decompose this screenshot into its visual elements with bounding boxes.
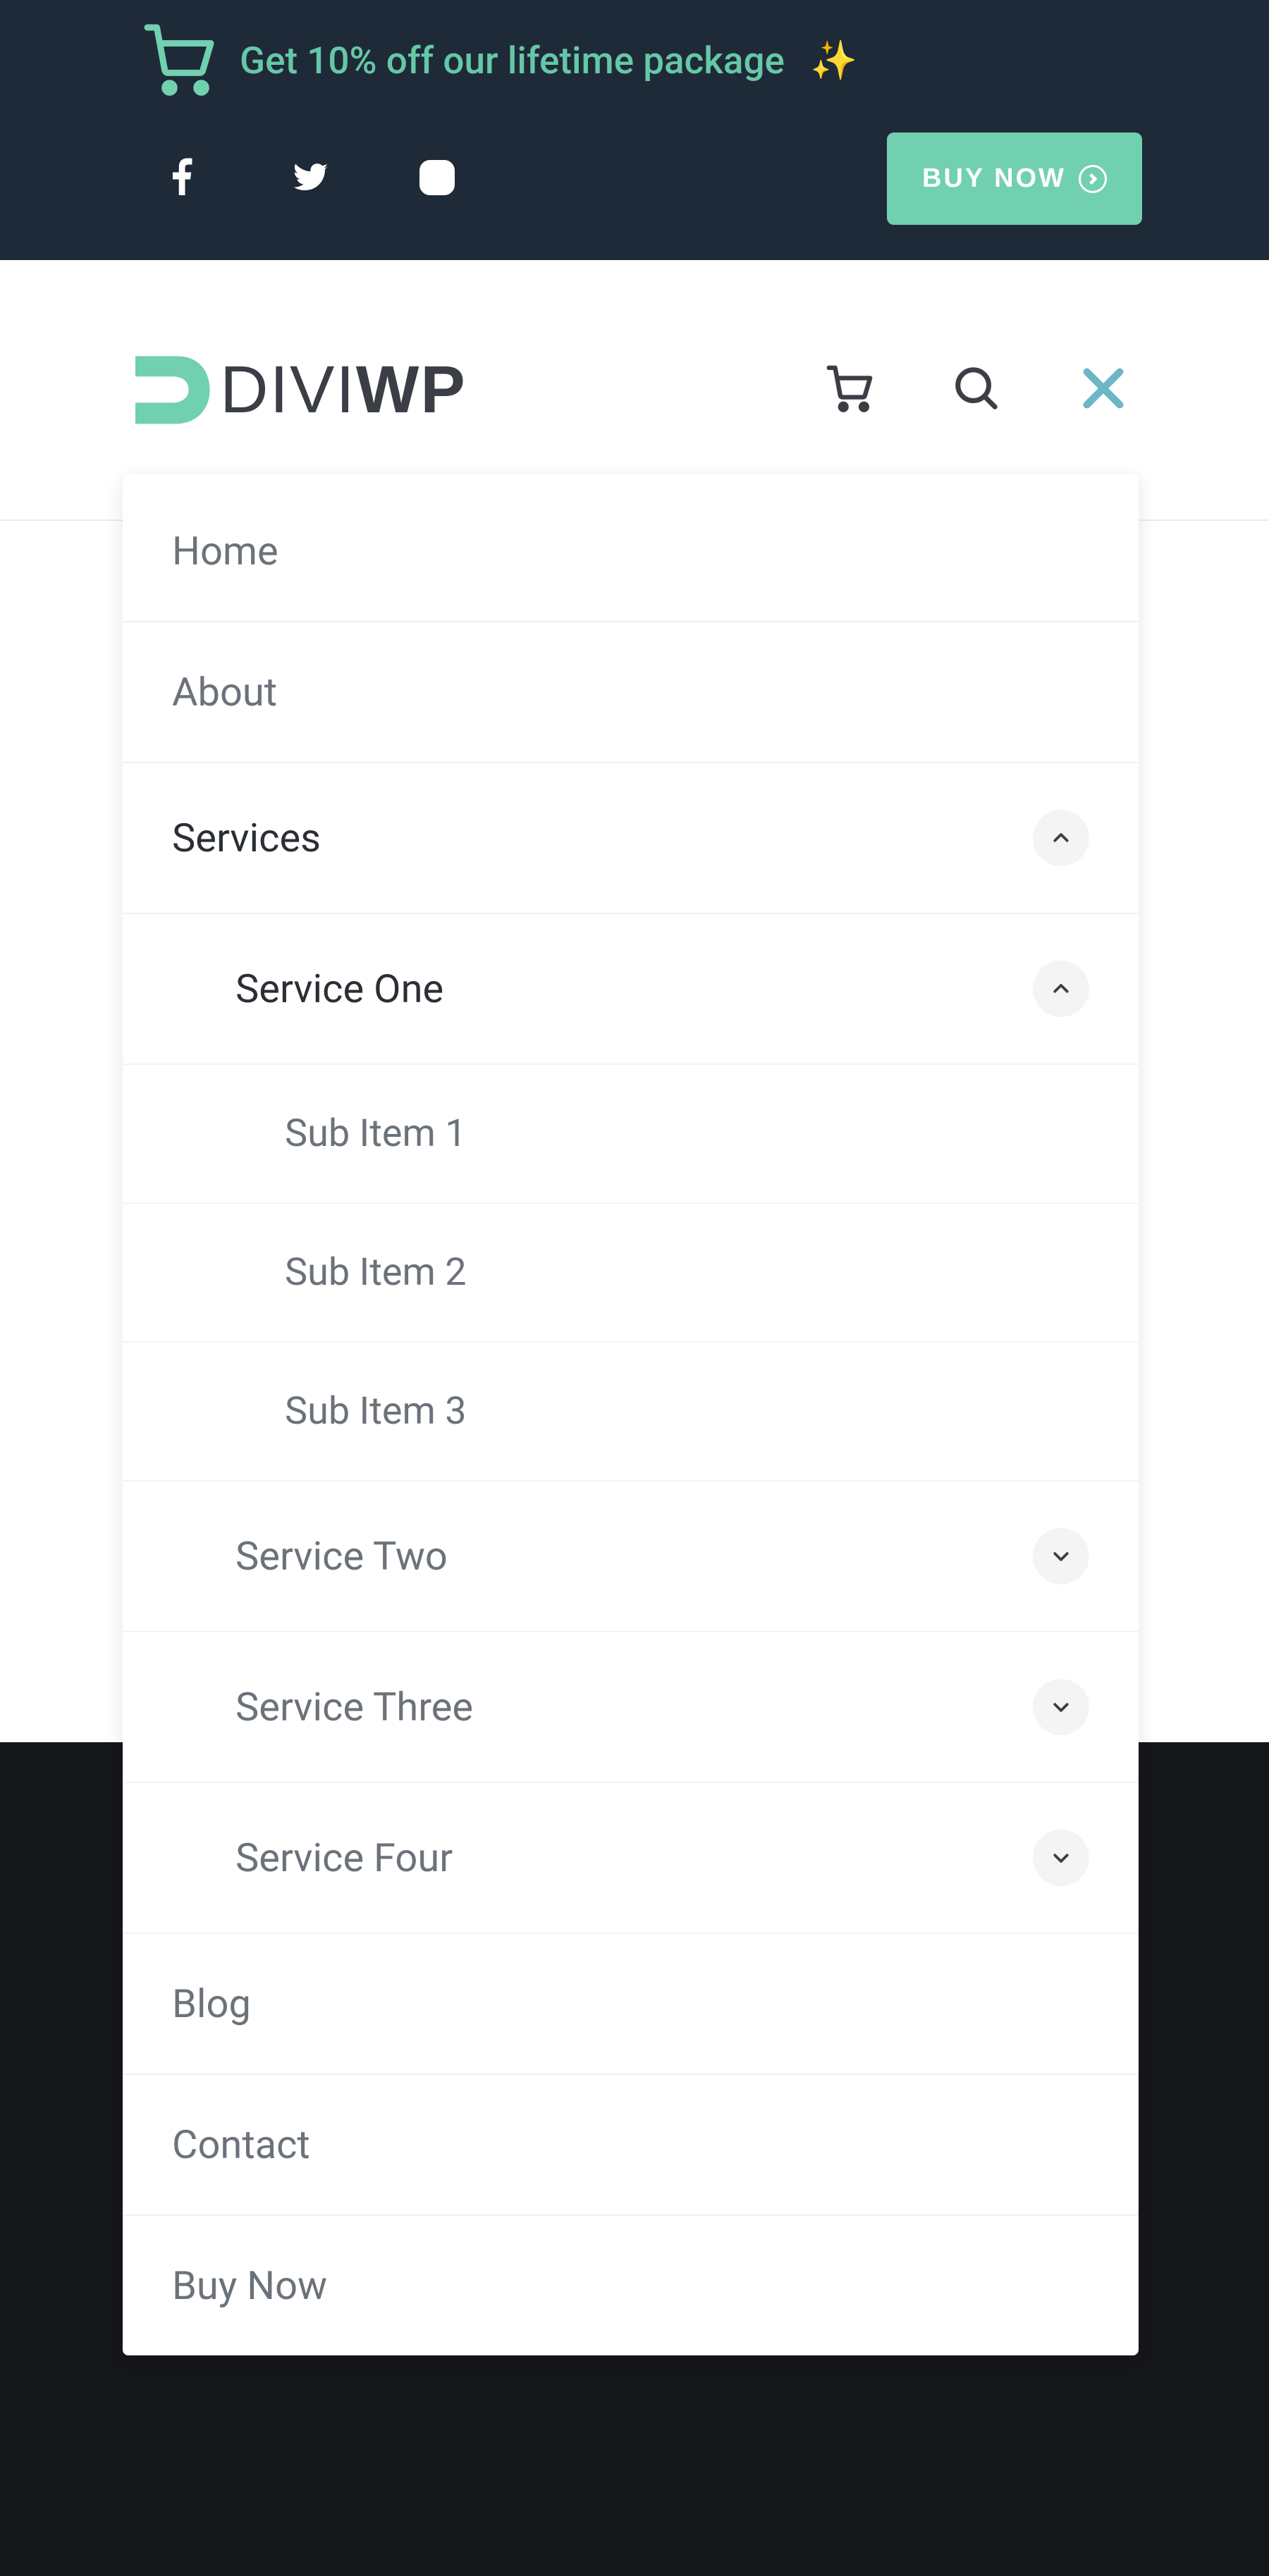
- logo-text: DIVIWP: [220, 352, 467, 429]
- menu-item-sub-3[interactable]: Sub Item 3: [123, 1343, 1139, 1481]
- menu-item-label: Service Four: [235, 1835, 453, 1881]
- logo-text-2: WP: [356, 352, 467, 427]
- menu-item-label: Contact: [172, 2121, 310, 2168]
- menu-item-contact[interactable]: Contact: [123, 2075, 1139, 2216]
- buy-now-button[interactable]: BUY NOW: [887, 133, 1142, 225]
- menu-item-label: Buy Now: [172, 2262, 327, 2309]
- submenu-services: Service One Sub Item 1 Sub Item 2 Sub It…: [123, 914, 1139, 1934]
- search-icon[interactable]: [952, 364, 1001, 416]
- menu-item-label: Sub Item 2: [285, 1250, 467, 1295]
- topbar-promo: Get 10% off our lifetime package ✨: [141, 21, 1142, 100]
- menu-item-services[interactable]: Services: [123, 763, 1139, 914]
- menu-item-service-four[interactable]: Service Four: [123, 1783, 1139, 1934]
- logo[interactable]: DIVIWP: [120, 346, 467, 433]
- page-body: Home About Services Service One Sub Item…: [0, 521, 1269, 2576]
- cart-icon: [141, 21, 217, 100]
- cart-icon[interactable]: [825, 364, 874, 416]
- chevron-up-icon[interactable]: [1033, 810, 1089, 866]
- chevron-down-icon[interactable]: [1033, 1528, 1089, 1584]
- menu-item-service-three[interactable]: Service Three: [123, 1632, 1139, 1783]
- twitter-icon[interactable]: [289, 156, 331, 202]
- menu-item-about[interactable]: About: [123, 622, 1139, 763]
- menu-item-sub-1[interactable]: Sub Item 1: [123, 1065, 1139, 1204]
- chevron-down-icon[interactable]: [1033, 1679, 1089, 1735]
- mobile-menu: Home About Services Service One Sub Item…: [123, 474, 1139, 2355]
- menu-item-blog[interactable]: Blog: [123, 1934, 1139, 2075]
- menu-item-home[interactable]: Home: [123, 481, 1139, 622]
- close-icon[interactable]: [1079, 364, 1128, 416]
- menu-item-label: Service Two: [235, 1533, 448, 1579]
- menu-item-label: Service Three: [235, 1684, 473, 1730]
- sparkle-icon: ✨: [810, 39, 857, 83]
- header-actions: [825, 364, 1128, 416]
- menu-item-label: Home: [172, 528, 278, 574]
- buy-now-label: BUY NOW: [922, 164, 1066, 194]
- topbar-row-2: BUY NOW: [141, 133, 1142, 246]
- topbar: Get 10% off our lifetime package ✨ BUY N…: [0, 0, 1269, 260]
- menu-item-label: About: [172, 669, 277, 715]
- facebook-icon[interactable]: [162, 156, 204, 202]
- menu-item-label: Sub Item 3: [285, 1389, 467, 1434]
- social-links: [162, 156, 458, 202]
- instagram-icon[interactable]: [416, 156, 458, 202]
- menu-item-label: Blog: [172, 1980, 251, 2027]
- menu-item-service-two[interactable]: Service Two: [123, 1481, 1139, 1632]
- menu-item-label: Services: [172, 815, 321, 861]
- logo-mark-icon: [120, 346, 219, 433]
- chevron-up-icon[interactable]: [1033, 961, 1089, 1017]
- menu-item-label: Sub Item 1: [285, 1111, 467, 1156]
- subsubmenu-service-one: Sub Item 1 Sub Item 2 Sub Item 3: [123, 1065, 1139, 1481]
- menu-item-buy-now[interactable]: Buy Now: [123, 2216, 1139, 2355]
- promo-text[interactable]: Get 10% off our lifetime package: [240, 39, 785, 82]
- arrow-right-circle-icon: [1079, 165, 1107, 193]
- menu-item-service-one[interactable]: Service One: [123, 914, 1139, 1065]
- logo-text-1: DIVI: [220, 352, 356, 427]
- menu-item-sub-2[interactable]: Sub Item 2: [123, 1204, 1139, 1343]
- chevron-down-icon[interactable]: [1033, 1830, 1089, 1886]
- menu-item-label: Service One: [235, 966, 443, 1012]
